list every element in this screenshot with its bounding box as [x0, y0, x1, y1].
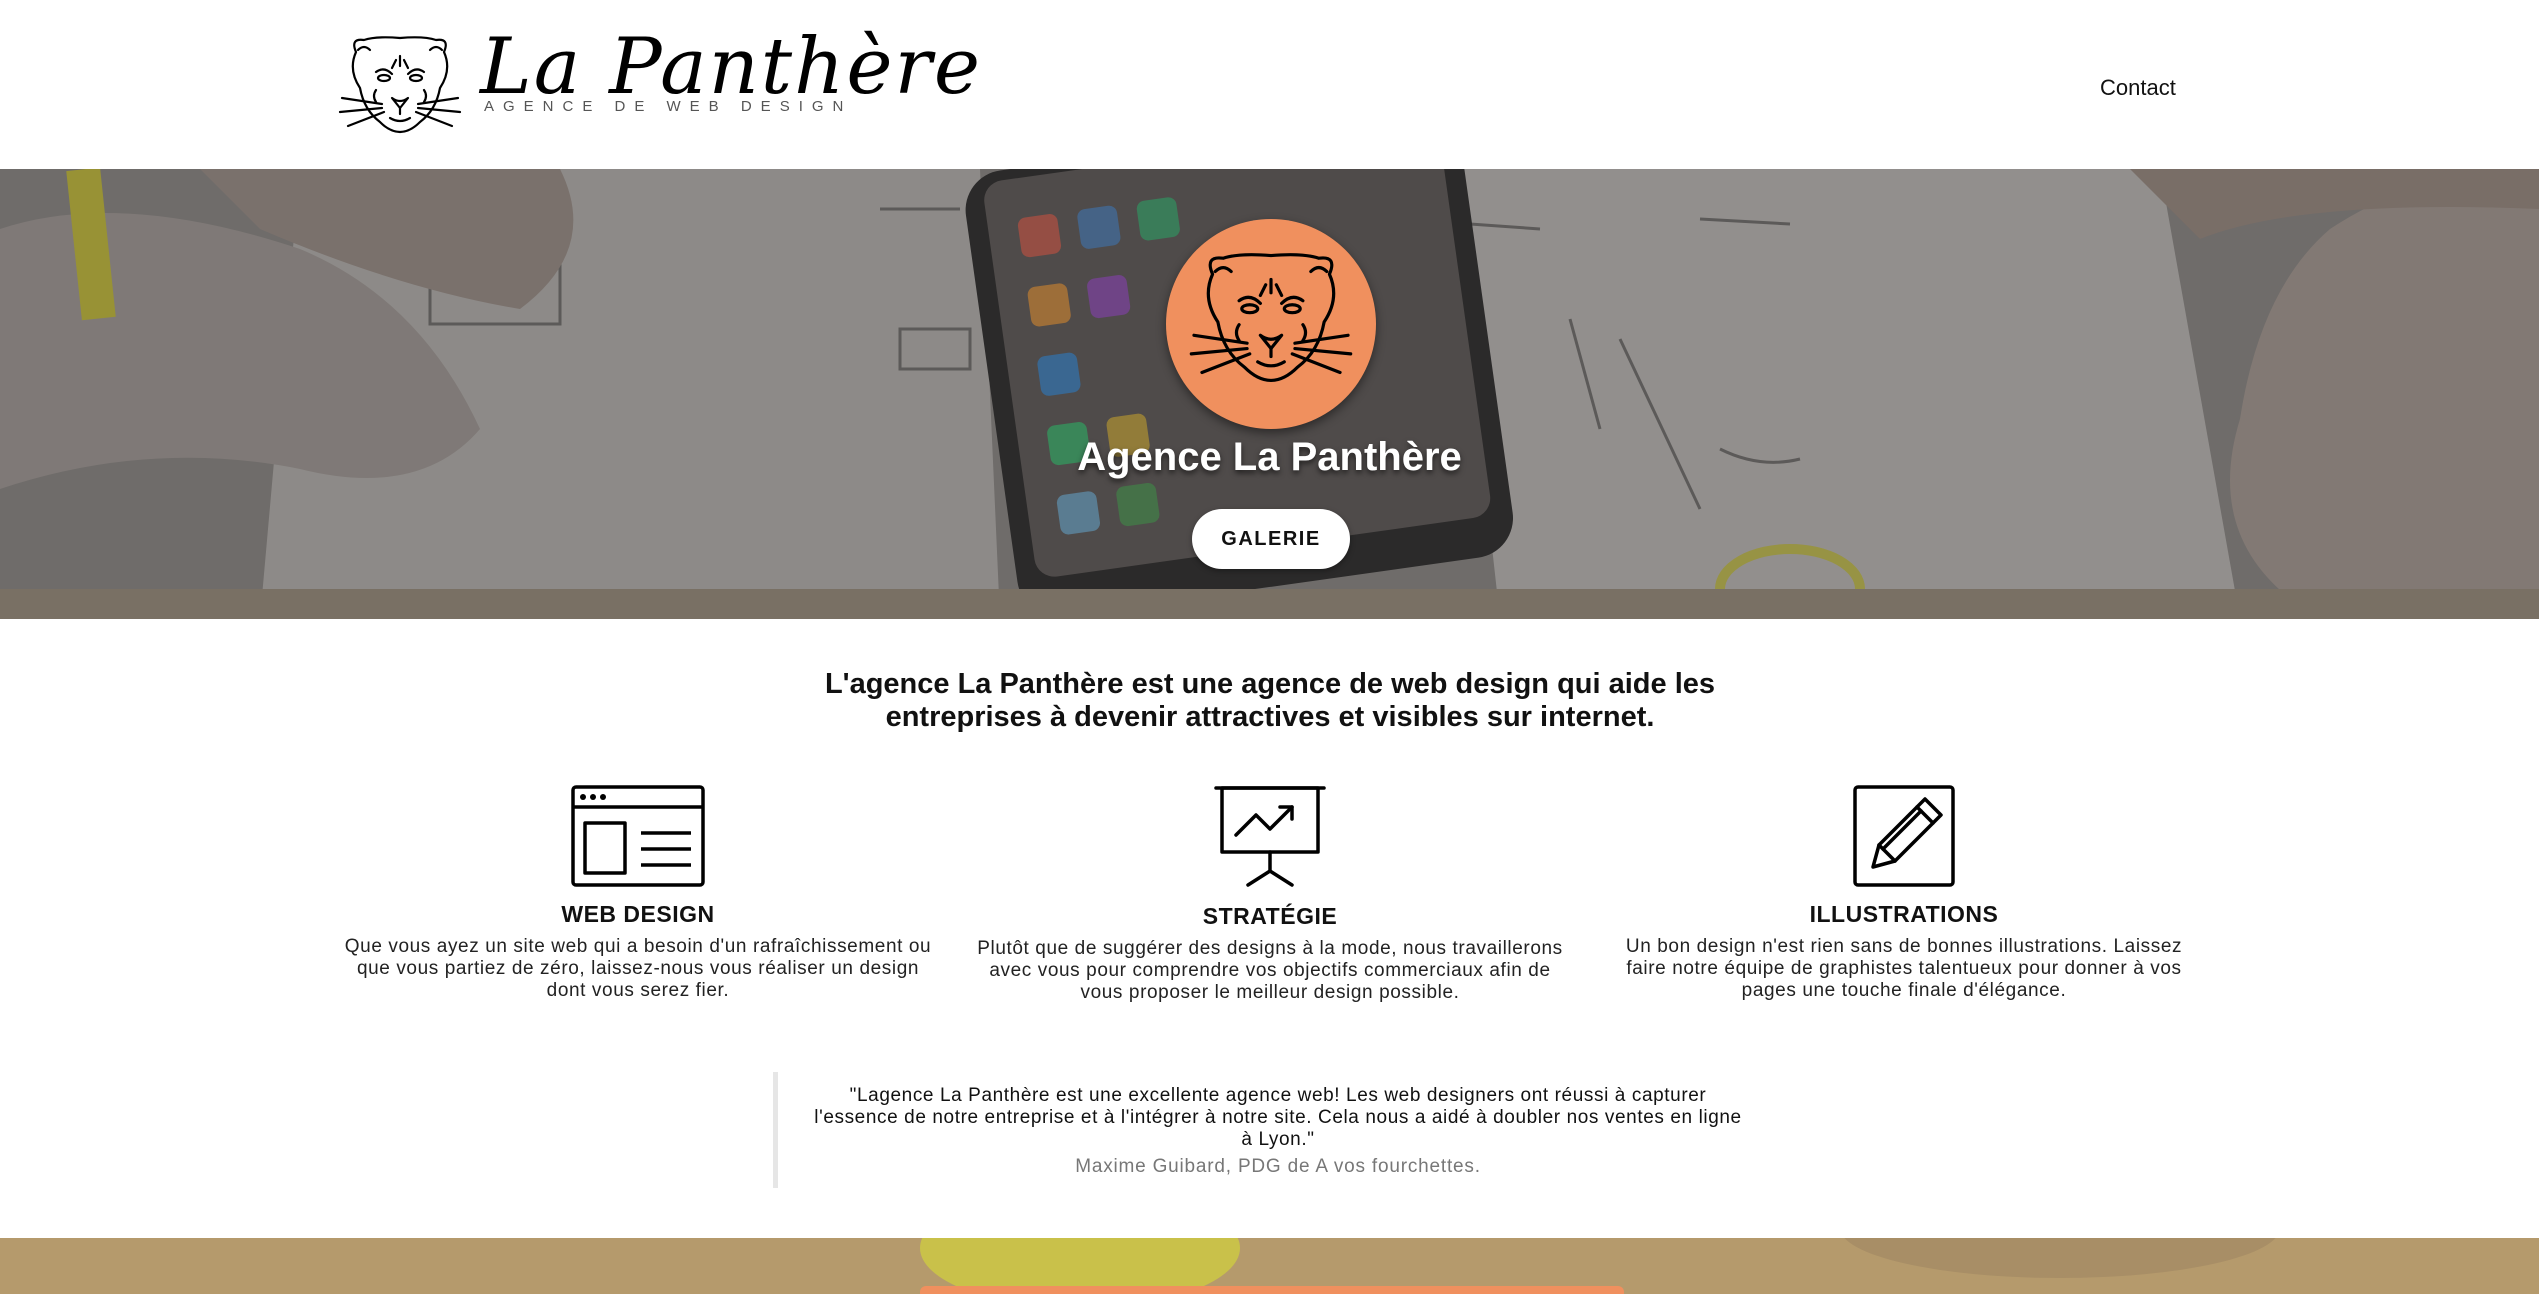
service-title: STRATÉGIE: [1202, 903, 1338, 929]
pencil-icon: [1853, 785, 1955, 887]
testimonial-author: Maxime Guibard, PDG de A vos fourchettes…: [1075, 1156, 1481, 1177]
service-web-design: WEB DESIGN Que vous ayez un site web qui…: [338, 785, 938, 1002]
brand-tagline: AGENCE DE WEB DESIGN: [484, 98, 853, 115]
service-title: WEB DESIGN: [561, 901, 715, 927]
service-title: ILLUSTRATIONS: [1809, 901, 1999, 927]
panther-head-icon: [1189, 253, 1353, 383]
hero-title: Agence La Panthère: [1077, 435, 1462, 479]
service-description: Que vous ayez un site web qui a besoin d…: [344, 936, 932, 1001]
service-strategy: STRATÉGIE Plutôt que de suggérer des des…: [970, 785, 1570, 1004]
browser-window-icon: [571, 785, 705, 887]
hero-banner: Agence La Panthère GALERIE: [0, 169, 2539, 619]
service-illustrations: ILLUSTRATIONS Un bon design n'est rien s…: [1604, 785, 2204, 1002]
gallery-button[interactable]: GALERIE: [1192, 509, 1350, 569]
service-description: Un bon design n'est rien sans de bonnes …: [1625, 936, 2183, 1001]
intro-text: L'agence La Panthère est une agence de w…: [824, 668, 1716, 733]
brand-logo[interactable]: La Panthère AGENCE DE WEB DESIGN: [336, 22, 980, 140]
service-description: Plutôt que de suggérer des designs à la …: [977, 938, 1563, 1003]
site-header: La Panthère AGENCE DE WEB DESIGN Contact: [0, 0, 2539, 169]
footer-cta-button[interactable]: [920, 1286, 1624, 1294]
hero-logo-badge: [1166, 219, 1376, 429]
nav-contact-link[interactable]: Contact: [2100, 75, 2176, 101]
presentation-chart-icon: [1214, 786, 1326, 887]
testimonial-block: "Lagence La Panthère est une excellente …: [773, 1072, 1774, 1188]
panther-logo-icon: [338, 36, 462, 134]
testimonial-quote: "Lagence La Panthère est une excellente …: [814, 1085, 1742, 1150]
footer-banner: [0, 1238, 2539, 1294]
